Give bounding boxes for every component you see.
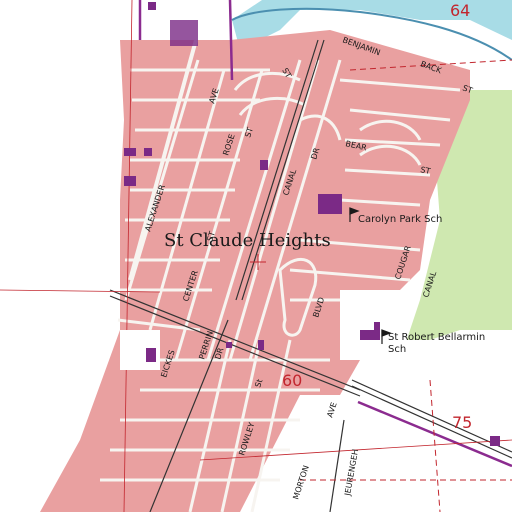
topographic-map: 64 60 75 St Claude Heights Carolyn Park …: [0, 0, 512, 512]
school-label-carolyn-park: Carolyn Park Sch: [358, 214, 442, 225]
map-canvas: 64 60 75 St Claude Heights Carolyn Park …: [0, 0, 512, 512]
grid-number-60: 60: [282, 371, 302, 390]
place-name: St Claude Heights: [164, 230, 331, 251]
school-label-st-robert-line2: Sch: [388, 344, 406, 355]
grid-number-64: 64: [450, 1, 470, 20]
grid-number-75: 75: [452, 413, 472, 432]
school-label-st-robert-line1: St Robert Bellarmin: [388, 332, 485, 343]
